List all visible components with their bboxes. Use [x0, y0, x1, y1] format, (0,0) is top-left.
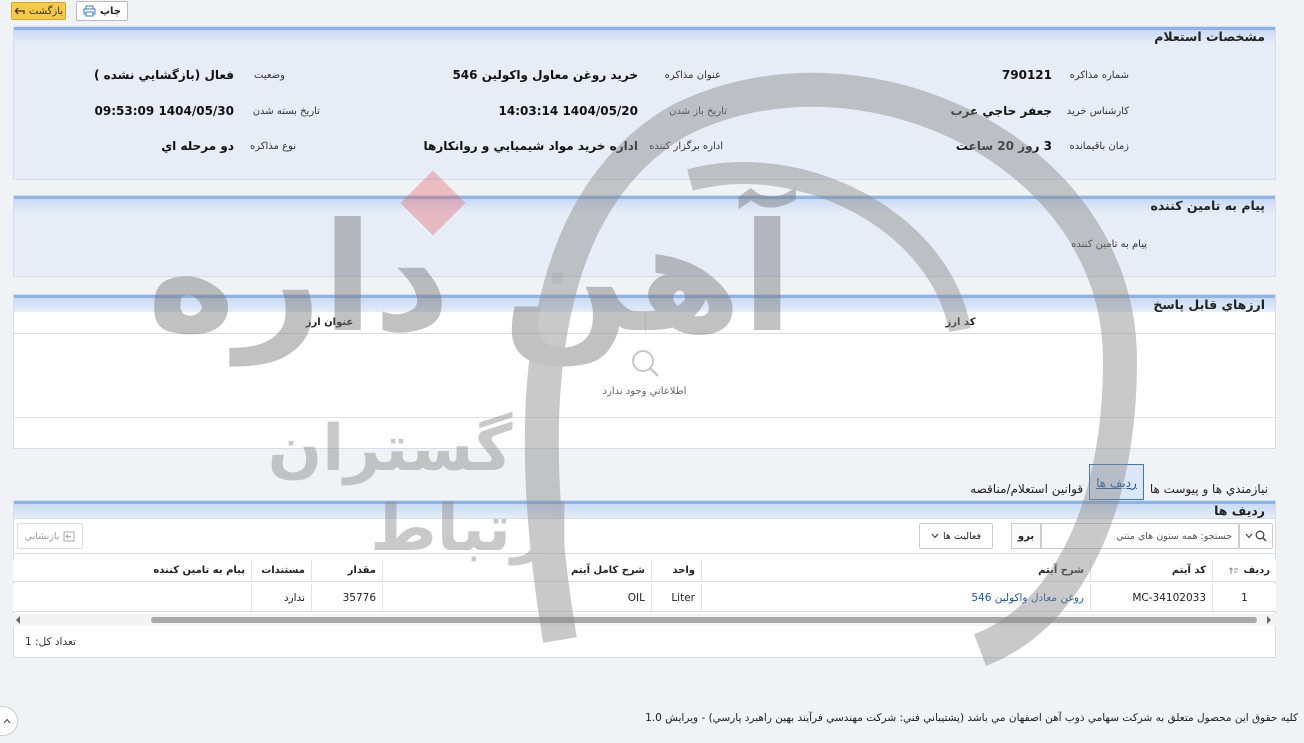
top-toolbar: بازگشت چاپ [0, 0, 1304, 22]
empty-state: اطلاعاتي وجود ندارد [14, 347, 1275, 397]
back-label: بازگشت [28, 5, 64, 17]
panel-title: ارزهاي قابل پاسخ [14, 295, 1275, 312]
type-value: دو مرحله اي [161, 139, 234, 153]
chevron-down-icon [931, 533, 939, 539]
tab-rules[interactable]: قوانين استعلام/مناقصه [964, 478, 1089, 500]
sort-asc-icon[interactable] [1229, 566, 1239, 576]
search-icon [629, 347, 661, 379]
search-input[interactable]: جستجو: همه ستون هاي متني [1041, 523, 1239, 549]
panel-title: پيام به تامين كننده [14, 196, 1275, 213]
col-row-label: رديف [1243, 565, 1270, 576]
cell-docs: ندارد [251, 584, 311, 611]
col-currency-code[interactable]: كد ارز [645, 312, 1275, 333]
dept-value: اداره خريد مواد شيميايي و روانكارها [423, 139, 639, 153]
print-label: چاپ [99, 5, 121, 17]
empty-text: اطلاعاتي وجود ندارد [602, 386, 687, 397]
title-label: عنوان مذاكره [664, 70, 721, 81]
open-date-value: 1404/05/20 14:03:14 [498, 104, 638, 118]
footer-copyright: كليه حقوق اين محصول متعلق به شركت سهامي … [645, 712, 1298, 724]
col-supplier-msg[interactable]: پيام به تامين كننده [13, 560, 251, 581]
col-docs[interactable]: مستندات [251, 560, 311, 581]
table-row[interactable]: 1 MC-34102033 روغن معادل واكولين 546 Lit… [13, 584, 1276, 612]
buyer-value: جعفر حاجي عرب [950, 104, 1052, 118]
supplier-message-label: پيام به تامين كننده [1071, 239, 1147, 250]
currency-grid-header: كد ارز عنوان ارز [14, 312, 1275, 334]
tab-requirements[interactable]: نيازمندي ها و پيوست ها [1144, 478, 1274, 500]
back-button[interactable]: بازگشت [11, 2, 66, 20]
status-value: فعال (بازگشايي نشده ) [93, 68, 234, 82]
go-button[interactable]: برو [1011, 523, 1041, 549]
inquiry-details-panel: مشخصات استعلام شماره مذاكره 790121 كارشن… [13, 26, 1276, 180]
total-count: تعداد كل: 1 [25, 636, 76, 648]
currency-grid-footer [14, 417, 1275, 418]
cell-item-code: MC-34102033 [1090, 584, 1212, 611]
search-icon [1255, 530, 1267, 542]
reset-icon [63, 531, 75, 542]
col-qty[interactable]: مقدار [311, 560, 382, 581]
col-full-desc[interactable]: شرح كامل آيتم [382, 560, 651, 581]
col-unit[interactable]: واحد [651, 560, 701, 581]
cell-full-desc: OIL [382, 584, 651, 611]
supplier-message-panel: پيام به تامين كننده پيام به تامين كننده [13, 195, 1276, 277]
cell-row: 1 [1212, 584, 1276, 611]
search-icon-button[interactable] [1239, 523, 1273, 549]
tender-no-label: شماره مذاكره [1069, 70, 1129, 81]
dept-label: اداره برگزار كننده [649, 141, 723, 152]
scroll-right-icon[interactable] [1266, 616, 1272, 624]
actions-menu-button[interactable]: فعاليت ها [919, 523, 993, 549]
reset-button[interactable]: بازنشاني [17, 523, 83, 549]
rows-grid-header: رديف كد آيتم شرح آيتم واحد شرح كامل آيتم… [13, 560, 1276, 582]
buyer-label: كارشناس خريد [1066, 106, 1129, 117]
panel-title: مشخصات استعلام [14, 27, 1275, 44]
cell-supplier-msg [13, 584, 251, 611]
grid-toolbar: جستجو: همه ستون هاي متني برو فعاليت ها ب… [13, 518, 1276, 554]
print-button[interactable]: چاپ [76, 1, 128, 21]
chevron-up-icon [3, 718, 11, 724]
chevron-down-icon [1245, 533, 1253, 539]
horizontal-scrollbar[interactable] [13, 614, 1276, 626]
printer-icon [83, 5, 96, 17]
back-arrow-icon [14, 6, 26, 16]
panel-title: رديف ها [14, 501, 1275, 518]
type-label: نوع مذاكره [250, 141, 296, 152]
scroll-up-button[interactable] [0, 706, 18, 736]
scrollbar-thumb[interactable] [151, 617, 1257, 623]
remaining-label: زمان باقيمانده [1069, 141, 1129, 152]
cell-qty: 35776 [311, 584, 382, 611]
col-currency-name[interactable]: عنوان ارز [14, 312, 645, 333]
tab-bar: نيازمندي ها و پيوست ها رديف ها قوانين اس… [964, 464, 1274, 500]
tender-no-value: 790121 [1001, 68, 1052, 82]
scroll-left-icon[interactable] [15, 616, 21, 624]
cell-unit: Liter [651, 584, 701, 611]
status-label: وضعيت [254, 70, 285, 81]
remaining-value: 3 روز 20 ساعت [955, 139, 1052, 153]
open-date-label: تاريخ باز شدن [669, 106, 727, 117]
actions-label: فعاليت ها [942, 530, 982, 542]
col-row[interactable]: رديف [1212, 560, 1276, 581]
tab-rows[interactable]: رديف ها [1089, 464, 1144, 500]
close-date-label: تاريخ بسته شدن [252, 106, 320, 117]
currencies-panel: ارزهاي قابل پاسخ كد ارز عنوان ارز اطلاعا… [13, 294, 1276, 449]
title-value: خريد روغن معاول واكولين 546 [452, 68, 638, 82]
cell-item-desc-link[interactable]: روغن معادل واكولين 546 [701, 584, 1090, 611]
reset-label: بازنشاني [24, 530, 60, 542]
col-item-code[interactable]: كد آيتم [1090, 560, 1212, 581]
close-date-value: 1404/05/30 09:53:09 [94, 104, 234, 118]
col-item-desc[interactable]: شرح آيتم [701, 560, 1090, 581]
